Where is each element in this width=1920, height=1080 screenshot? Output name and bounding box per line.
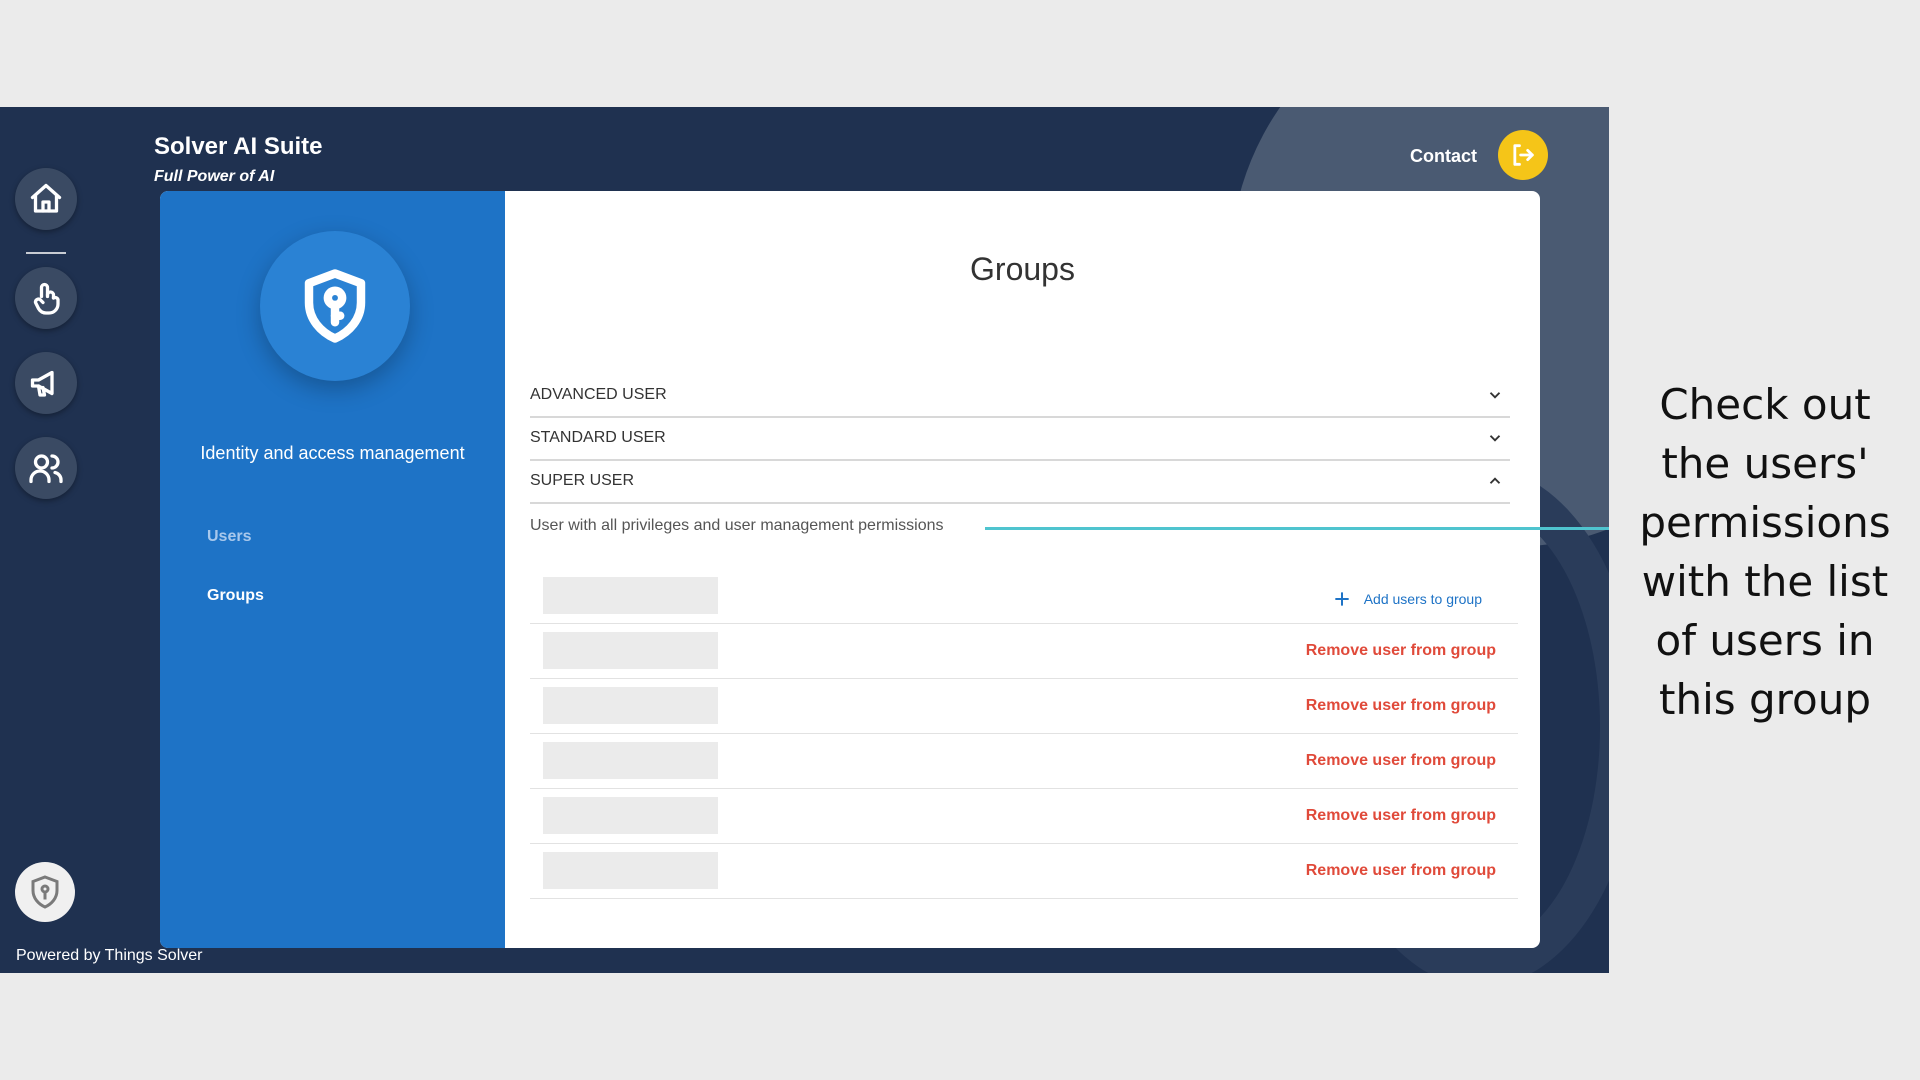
callout-text: Check out the users' permissions with th… <box>1625 375 1905 729</box>
callout-line: Check out <box>1659 380 1871 429</box>
nav-home-button[interactable] <box>15 168 77 230</box>
callout-line: this group <box>1659 675 1871 724</box>
add-users-label: Add users to group <box>1363 591 1482 607</box>
user-placeholder <box>543 632 718 669</box>
user-placeholder <box>543 577 718 614</box>
user-placeholder <box>543 742 718 779</box>
page-title: Groups <box>970 251 1075 287</box>
nav-divider <box>26 252 66 254</box>
iam-logo <box>260 231 410 381</box>
remove-user-button[interactable]: Remove user from group <box>1306 862 1496 880</box>
chevron-up-icon[interactable] <box>1486 472 1504 490</box>
chevron-down-icon[interactable] <box>1486 429 1504 447</box>
add-users-row: Add users to group <box>530 569 1518 624</box>
callout-line: the users' <box>1661 439 1869 488</box>
table-row: Remove user from group <box>530 624 1518 679</box>
group-accordion-super-user[interactable]: SUPER USER <box>530 459 1510 504</box>
group-description: User with all privileges and user manage… <box>530 517 944 534</box>
megaphone-icon <box>30 370 54 397</box>
remove-user-button[interactable]: Remove user from group <box>1306 697 1496 715</box>
sidebar-title: Identity and access management <box>200 443 465 463</box>
brand-title: Solver AI Suite <box>154 133 323 160</box>
add-users-button[interactable]: Add users to group <box>1332 589 1482 609</box>
plus-icon <box>1335 592 1349 606</box>
group-name: ADVANCED USER <box>530 385 667 403</box>
nav-campaign-button[interactable] <box>15 352 77 414</box>
table-row: Remove user from group <box>530 734 1518 789</box>
shield-icon <box>31 875 59 909</box>
powered-by-text: Powered by Things Solver <box>16 947 203 964</box>
nav-users-button[interactable] <box>15 437 77 499</box>
callout-pointer-line <box>985 527 1609 530</box>
contact-link[interactable]: Contact <box>1410 146 1477 167</box>
groups-panel: Groups ADVANCED USER STANDARD USER SUPER… <box>505 191 1540 948</box>
callout-line: of users in <box>1655 616 1875 665</box>
user-placeholder <box>543 852 718 889</box>
sidebar-item-users[interactable]: Users <box>207 528 251 546</box>
brand-subtitle: Full Power of AI <box>154 168 275 185</box>
user-placeholder <box>543 687 718 724</box>
table-row: Remove user from group <box>530 789 1518 844</box>
iam-shortcut-button[interactable] <box>15 862 75 922</box>
table-row: Remove user from group <box>530 679 1518 734</box>
group-name: STANDARD USER <box>530 428 666 446</box>
iam-sidebar: Identity and access management Users Gro… <box>160 191 505 948</box>
group-accordion-advanced-user[interactable]: ADVANCED USER <box>530 373 1510 418</box>
home-icon <box>30 183 62 213</box>
remove-user-button[interactable]: Remove user from group <box>1306 642 1496 660</box>
remove-user-button[interactable]: Remove user from group <box>1306 807 1496 825</box>
touch-icon <box>33 282 60 315</box>
group-accordion-standard-user[interactable]: STANDARD USER <box>530 416 1510 461</box>
nav-touch-button[interactable] <box>15 267 77 329</box>
shield-key-icon <box>304 269 366 343</box>
chevron-down-icon[interactable] <box>1486 386 1504 404</box>
logout-icon <box>1513 144 1534 166</box>
app-window: Solver AI Suite Full Power of AI Contact… <box>0 107 1609 973</box>
user-placeholder <box>543 797 718 834</box>
main-card: Identity and access management Users Gro… <box>160 191 1540 948</box>
logout-button[interactable] <box>1498 130 1548 180</box>
table-row: Remove user from group <box>530 844 1518 899</box>
remove-user-button[interactable]: Remove user from group <box>1306 752 1496 770</box>
callout-line: with the list <box>1641 557 1889 606</box>
users-icon <box>29 454 63 484</box>
group-name: SUPER USER <box>530 471 635 489</box>
callout-line: permissions <box>1639 498 1891 547</box>
sidebar-item-groups[interactable]: Groups <box>207 587 264 605</box>
